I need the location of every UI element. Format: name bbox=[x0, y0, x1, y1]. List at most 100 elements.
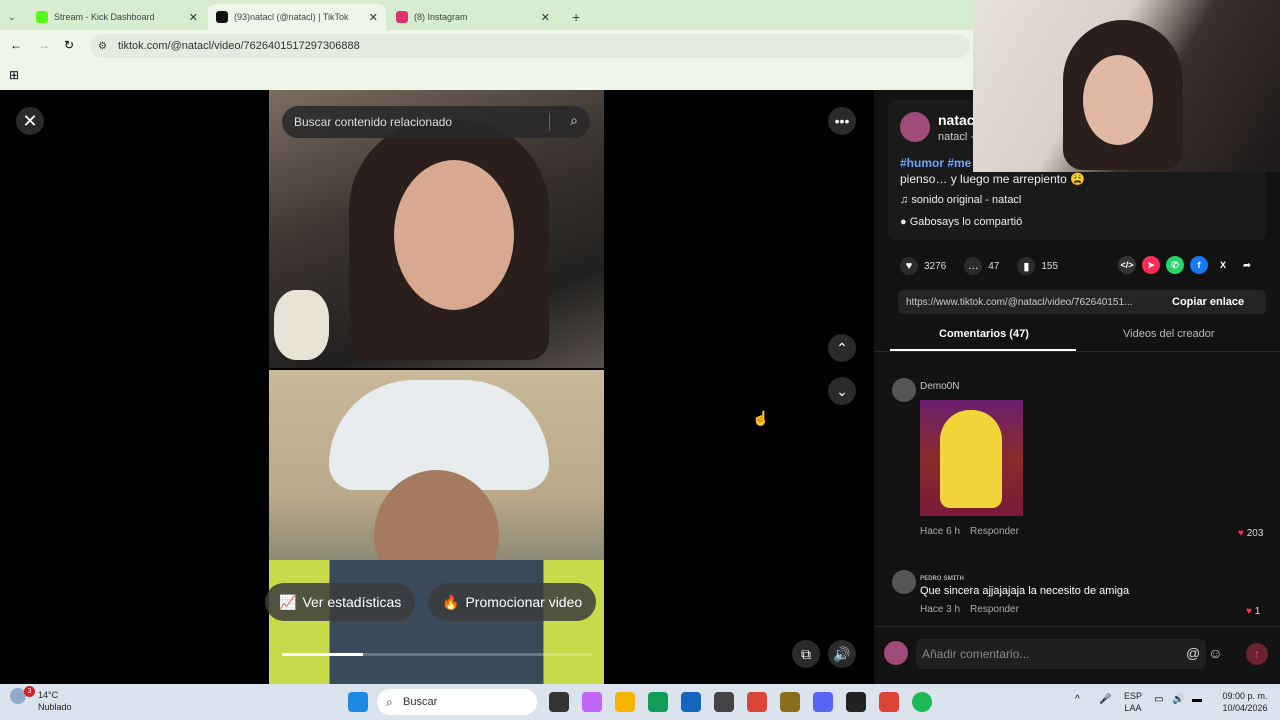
previous-video-button[interactable]: ⌃ bbox=[828, 334, 856, 362]
comment-username[interactable]: ᴘᴇᴅʀᴏ sᴍɪᴛʜ bbox=[920, 573, 964, 582]
author-avatar[interactable] bbox=[900, 112, 930, 142]
reply-button[interactable]: Responder bbox=[970, 604, 1019, 615]
app-icon[interactable] bbox=[846, 692, 866, 712]
flame-icon: 🔥 bbox=[442, 593, 460, 610]
avatar[interactable] bbox=[892, 570, 916, 594]
tab-title: (93)natacl (@natacl) | TikTok bbox=[234, 12, 349, 22]
language-code: ESP bbox=[1124, 691, 1143, 701]
heart-icon: ♥ bbox=[1246, 606, 1252, 617]
forward-icon[interactable]: → bbox=[38, 38, 50, 52]
view-stats-button[interactable]: 📈 Ver estadísticas bbox=[265, 583, 416, 621]
language-indicator[interactable]: ESP LAA bbox=[1124, 690, 1142, 714]
next-video-button[interactable]: ⌄ bbox=[828, 377, 856, 405]
mention-icon[interactable]: @ bbox=[1186, 645, 1200, 661]
whatsapp-icon[interactable]: ✆ bbox=[1166, 256, 1184, 274]
chrome-icon[interactable] bbox=[747, 692, 767, 712]
promote-video-button[interactable]: 🔥 Promocionar video bbox=[428, 583, 597, 621]
chevron-up-icon[interactable]: ^ bbox=[1075, 694, 1080, 705]
store-icon[interactable] bbox=[681, 692, 701, 712]
back-icon[interactable]: ← bbox=[10, 38, 22, 52]
task-view-icon[interactable] bbox=[549, 692, 569, 712]
search-icon: ⌕ bbox=[386, 694, 393, 709]
file-explorer-icon[interactable] bbox=[615, 692, 635, 712]
comment-icon: … bbox=[964, 257, 983, 275]
more-options-button[interactable]: ••• bbox=[828, 107, 856, 135]
comment-like-button[interactable]: ♥ 1 bbox=[1246, 606, 1260, 617]
close-icon[interactable]: ✕ bbox=[541, 11, 550, 24]
weather-widget[interactable]: 3 14°C Nublado bbox=[10, 686, 72, 712]
tab-list-button[interactable]: ⌄ bbox=[0, 4, 24, 30]
tiktok-icon bbox=[216, 11, 228, 23]
tab-comments[interactable]: Comentarios (47) bbox=[939, 328, 1029, 340]
microphone-icon[interactable]: 🎤 bbox=[1099, 694, 1111, 705]
copilot-icon[interactable] bbox=[582, 692, 602, 712]
site-info-icon[interactable]: ⚙ bbox=[98, 41, 107, 52]
gif-figure bbox=[940, 410, 1002, 508]
tiktok-page: ✕ Buscar contenido relacionado ⌕ 📈 Ver e… bbox=[0, 90, 1280, 684]
network-icon[interactable]: ▭ bbox=[1154, 694, 1163, 705]
avatar[interactable] bbox=[892, 378, 916, 402]
comment-meta: Hace 3 h Responder bbox=[920, 604, 1019, 615]
video-progress-bar[interactable] bbox=[282, 653, 592, 656]
kick-icon bbox=[36, 11, 48, 23]
comment-button[interactable]: … 47 bbox=[964, 257, 999, 275]
divider bbox=[549, 113, 550, 131]
windows-start-icon[interactable] bbox=[348, 692, 368, 712]
tab-tiktok[interactable]: (93)natacl (@natacl) | TikTok ✕ bbox=[208, 4, 386, 30]
comment-username[interactable]: Demo0N bbox=[920, 381, 959, 392]
progress-fill bbox=[282, 653, 363, 656]
comment-gif[interactable] bbox=[920, 400, 1023, 516]
browser-toolbar: ← → ↻ ⚙ tiktok.com/@natacl/video/7626401… bbox=[0, 30, 975, 62]
author-handle[interactable]: natacl · bbox=[938, 131, 974, 143]
save-button[interactable]: ▮ 155 bbox=[1017, 257, 1058, 275]
shared-by: ● Gabosays lo compartió bbox=[900, 216, 1023, 228]
embed-icon[interactable]: </> bbox=[1118, 256, 1136, 274]
spotify-icon[interactable] bbox=[912, 692, 932, 712]
taskbar-search[interactable]: ⌕ Buscar bbox=[377, 689, 537, 715]
like-button[interactable]: ♥ 3276 bbox=[900, 257, 946, 275]
edge-icon[interactable] bbox=[648, 692, 668, 712]
app-icon[interactable] bbox=[780, 692, 800, 712]
volume-icon[interactable]: 🔊 bbox=[1172, 694, 1184, 705]
facebook-icon[interactable]: f bbox=[1190, 256, 1208, 274]
mouse-cursor-icon: ☝ bbox=[752, 410, 770, 426]
tab-creator-videos[interactable]: Videos del creador bbox=[1123, 328, 1215, 340]
send-icon[interactable]: ➤ bbox=[1142, 256, 1160, 274]
obs-icon[interactable] bbox=[714, 692, 734, 712]
sound-link[interactable]: ♫ sonido original - natacl bbox=[900, 194, 1021, 206]
clock-date: 10/04/2026 bbox=[1222, 703, 1268, 713]
bookmarks-bar: ⊞ bbox=[0, 62, 975, 90]
apps-icon[interactable]: ⊞ bbox=[9, 68, 19, 82]
hashtags[interactable]: #humor #me bbox=[900, 156, 971, 170]
share-icon[interactable]: ➦ bbox=[1238, 256, 1256, 274]
emoji-icon[interactable]: ☺ bbox=[1208, 645, 1222, 661]
send-comment-button[interactable]: ↑ bbox=[1246, 643, 1268, 665]
reload-icon[interactable]: ↻ bbox=[64, 38, 74, 52]
reply-button[interactable]: Responder bbox=[970, 526, 1019, 537]
comment-like-count: 203 bbox=[1246, 528, 1264, 539]
comment-meta: Hace 6 h Responder bbox=[920, 526, 1019, 537]
comment-like-button[interactable]: ♥ 203 bbox=[1238, 528, 1263, 539]
close-video-button[interactable]: ✕ bbox=[16, 107, 44, 135]
close-icon[interactable]: ✕ bbox=[369, 11, 378, 24]
discord-icon[interactable] bbox=[813, 692, 833, 712]
floating-player-button[interactable]: ⧉ bbox=[792, 640, 820, 668]
clock-time: 09:00 p. m. bbox=[1222, 691, 1268, 701]
x-icon[interactable]: X bbox=[1214, 256, 1232, 274]
copy-link-button[interactable]: Copiar enlace bbox=[1172, 296, 1244, 308]
chrome-icon[interactable] bbox=[879, 692, 899, 712]
tab-kick[interactable]: Stream - Kick Dashboard ✕ bbox=[28, 4, 206, 30]
close-icon[interactable]: ✕ bbox=[189, 11, 198, 24]
volume-button[interactable]: 🔊 bbox=[828, 640, 856, 668]
related-search-input[interactable]: Buscar contenido relacionado ⌕ bbox=[282, 106, 590, 138]
tab-instagram[interactable]: (8) Instagram ✕ bbox=[388, 4, 558, 30]
new-tab-button[interactable]: + bbox=[564, 4, 588, 30]
streamer-face bbox=[1083, 55, 1153, 145]
search-icon[interactable]: ⌕ bbox=[570, 112, 578, 129]
battery-icon[interactable]: ▬ bbox=[1192, 694, 1202, 705]
like-count: 3276 bbox=[924, 260, 947, 272]
address-bar[interactable]: ⚙ tiktok.com/@natacl/video/7626401517297… bbox=[90, 34, 970, 58]
clock[interactable]: 09:00 p. m. 10/04/2026 bbox=[1215, 690, 1275, 714]
comment-input[interactable]: Añadir comentario... bbox=[916, 639, 1206, 669]
author-name[interactable]: natac bbox=[938, 112, 975, 128]
